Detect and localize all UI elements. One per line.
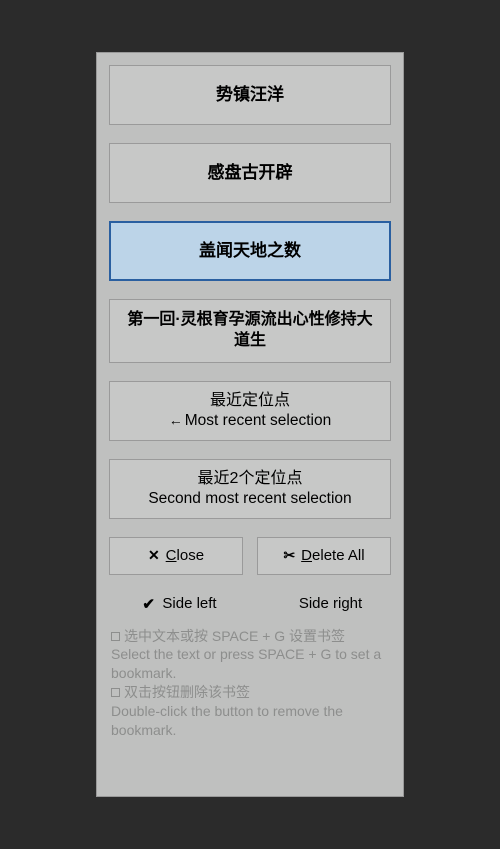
bookmark-item[interactable]: 势镇汪洋 <box>109 65 391 125</box>
checkbox-icon <box>111 688 120 697</box>
recent-label-en: Second most recent selection <box>148 489 351 508</box>
bookmark-label: 势镇汪洋 <box>216 84 284 106</box>
hint-1-en: Select the text or press SPACE + G to se… <box>111 645 389 683</box>
recent-label-cn: 最近定位点 <box>210 391 290 411</box>
bookmark-item[interactable]: 第一回·灵根育孕源流出心性修持大道生 <box>109 299 391 363</box>
side-right-option[interactable]: Side right <box>250 595 391 613</box>
recent-label-en: ←Most recent selection <box>169 411 331 430</box>
scissors-icon: ✂ <box>283 547 295 564</box>
close-icon: ✕ <box>148 547 160 564</box>
bookmark-item-selected[interactable]: 盖闻天地之数 <box>109 221 391 281</box>
most-recent-selection[interactable]: 最近定位点 ←Most recent selection <box>109 381 391 441</box>
delete-all-button[interactable]: ✂ Delete All <box>257 537 391 575</box>
check-icon: ✔ <box>142 595 156 613</box>
side-left-option[interactable]: ✔ Side left <box>109 595 250 613</box>
hint-1: 选中文本或按 SPACE + G 设置书签 <box>111 627 389 646</box>
hint-2: 双击按钮删除该书签 <box>111 683 389 702</box>
delete-all-button-label: Delete All <box>301 547 364 564</box>
side-left-label: Side left <box>162 595 216 612</box>
hints-block: 选中文本或按 SPACE + G 设置书签 Select the text or… <box>109 627 391 740</box>
second-most-recent-selection[interactable]: 最近2个定位点 Second most recent selection <box>109 459 391 519</box>
bookmarks-panel: 势镇汪洋 感盘古开辟 盖闻天地之数 第一回·灵根育孕源流出心性修持大道生 最近定… <box>96 52 404 797</box>
bookmark-item[interactable]: 感盘古开辟 <box>109 143 391 203</box>
hint-2-en: Double-click the button to remove the bo… <box>111 702 389 740</box>
bookmark-label: 第一回·灵根育孕源流出心性修持大道生 <box>122 310 378 352</box>
arrow-left-icon: ← <box>169 412 183 428</box>
recent-label-cn: 最近2个定位点 <box>198 469 303 489</box>
checkbox-icon <box>111 632 120 641</box>
side-selector: ✔ Side left Side right <box>109 595 391 613</box>
close-button-label: Close <box>166 547 204 564</box>
close-button[interactable]: ✕ Close <box>109 537 243 575</box>
action-button-row: ✕ Close ✂ Delete All <box>109 537 391 575</box>
side-right-label: Side right <box>299 595 362 612</box>
bookmark-label: 盖闻天地之数 <box>199 240 301 262</box>
bookmark-label: 感盘古开辟 <box>208 162 293 184</box>
